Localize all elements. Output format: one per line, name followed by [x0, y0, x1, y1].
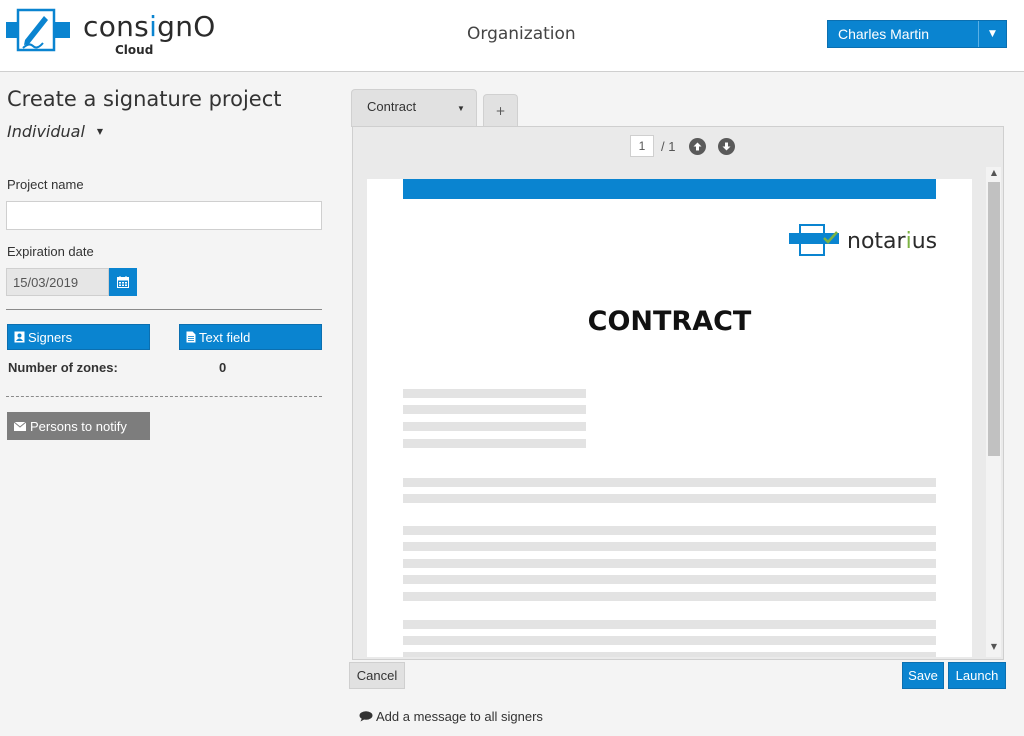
text-placeholder-line — [403, 636, 936, 645]
page-header-bar — [403, 179, 936, 199]
launch-button[interactable]: Launch — [948, 662, 1006, 689]
caret-down-icon[interactable]: ▼ — [457, 104, 465, 113]
zones-label: Number of zones: — [8, 360, 118, 375]
text-placeholder-line — [403, 542, 936, 551]
expiration-date-input[interactable] — [6, 268, 109, 296]
page-total: / 1 — [661, 138, 676, 154]
text-placeholder-line — [403, 439, 586, 448]
divider — [6, 309, 322, 310]
add-message-link[interactable]: Add a message to all signers — [359, 709, 543, 724]
project-name-input[interactable] — [6, 201, 322, 230]
text-placeholder-line — [403, 422, 586, 431]
contract-heading: CONTRACT — [587, 306, 752, 337]
zones-count: 0 — [219, 360, 227, 375]
page-number-input[interactable]: 1 — [630, 135, 654, 157]
text-placeholder-line — [403, 592, 936, 601]
caret-down-icon[interactable]: ▼ — [978, 21, 1006, 47]
document-icon — [186, 331, 196, 343]
project-form-panel: Create a signature project Individual ▼ … — [0, 73, 330, 736]
notarius-logo: notarius — [789, 223, 939, 259]
project-name-label: Project name — [7, 177, 84, 192]
pen-signature-icon — [6, 8, 70, 52]
expiration-date-label: Expiration date — [7, 244, 94, 259]
scrollbar-thumb[interactable] — [988, 182, 1000, 456]
document-page[interactable]: notarius CONTRACT — [367, 179, 972, 657]
signers-tab[interactable]: Signers — [7, 324, 150, 350]
text-placeholder-line — [403, 620, 936, 629]
calendar-icon — [117, 276, 129, 288]
text-placeholder-line — [403, 575, 936, 584]
dashed-divider — [6, 396, 322, 397]
top-header: consignO Cloud Organization Charles Mart… — [0, 0, 1024, 72]
user-badge-icon — [14, 331, 25, 343]
tab-contract-label: Contract — [367, 99, 417, 114]
project-type-value: Individual — [7, 122, 85, 141]
persons-to-notify-label: Persons to notify — [30, 418, 127, 434]
text-placeholder-line — [403, 494, 936, 503]
save-button[interactable]: Save — [902, 662, 944, 689]
project-type-dropdown[interactable]: Individual ▼ — [7, 122, 103, 141]
cancel-button[interactable]: Cancel — [349, 662, 405, 689]
persons-to-notify-button[interactable]: Persons to notify — [7, 412, 150, 440]
user-name: Charles Martin — [838, 26, 930, 42]
scroll-down-icon[interactable]: ▼ — [988, 642, 1000, 654]
consigno-logo[interactable]: consignO Cloud — [6, 8, 246, 64]
brand-subtitle: Cloud — [115, 43, 154, 57]
tab-contract[interactable]: Contract ▼ — [351, 89, 477, 127]
arrow-up-circle-icon[interactable] — [689, 137, 707, 155]
scroll-up-icon[interactable]: ▲ — [988, 168, 1000, 180]
notarius-wordmark: notarius — [847, 229, 938, 254]
calendar-button[interactable] — [109, 268, 137, 296]
caret-down-icon: ▼ — [96, 127, 104, 136]
text-field-tab-label: Text field — [199, 329, 251, 345]
text-placeholder-line — [403, 559, 936, 568]
page-navigation: 1 / 1 — [630, 135, 747, 157]
add-message-label: Add a message to all signers — [376, 709, 543, 724]
signers-tab-label: Signers — [28, 329, 73, 345]
speech-bubble-icon — [359, 711, 373, 722]
arrow-down-circle-icon[interactable] — [718, 137, 736, 155]
notarius-mark-icon — [789, 224, 839, 256]
text-field-tab[interactable]: Text field — [179, 324, 322, 350]
text-placeholder-line — [403, 389, 586, 398]
organization-label[interactable]: Organization — [467, 24, 576, 44]
add-document-tab[interactable]: + — [483, 94, 518, 127]
text-placeholder-line — [403, 652, 936, 657]
brand-name: consignO — [83, 10, 216, 43]
user-menu-button[interactable]: Charles Martin ▼ — [827, 20, 1007, 48]
envelope-icon — [14, 421, 26, 431]
text-placeholder-line — [403, 526, 936, 535]
text-placeholder-line — [403, 405, 586, 414]
page-title: Create a signature project — [7, 87, 282, 111]
text-placeholder-line — [403, 478, 936, 487]
